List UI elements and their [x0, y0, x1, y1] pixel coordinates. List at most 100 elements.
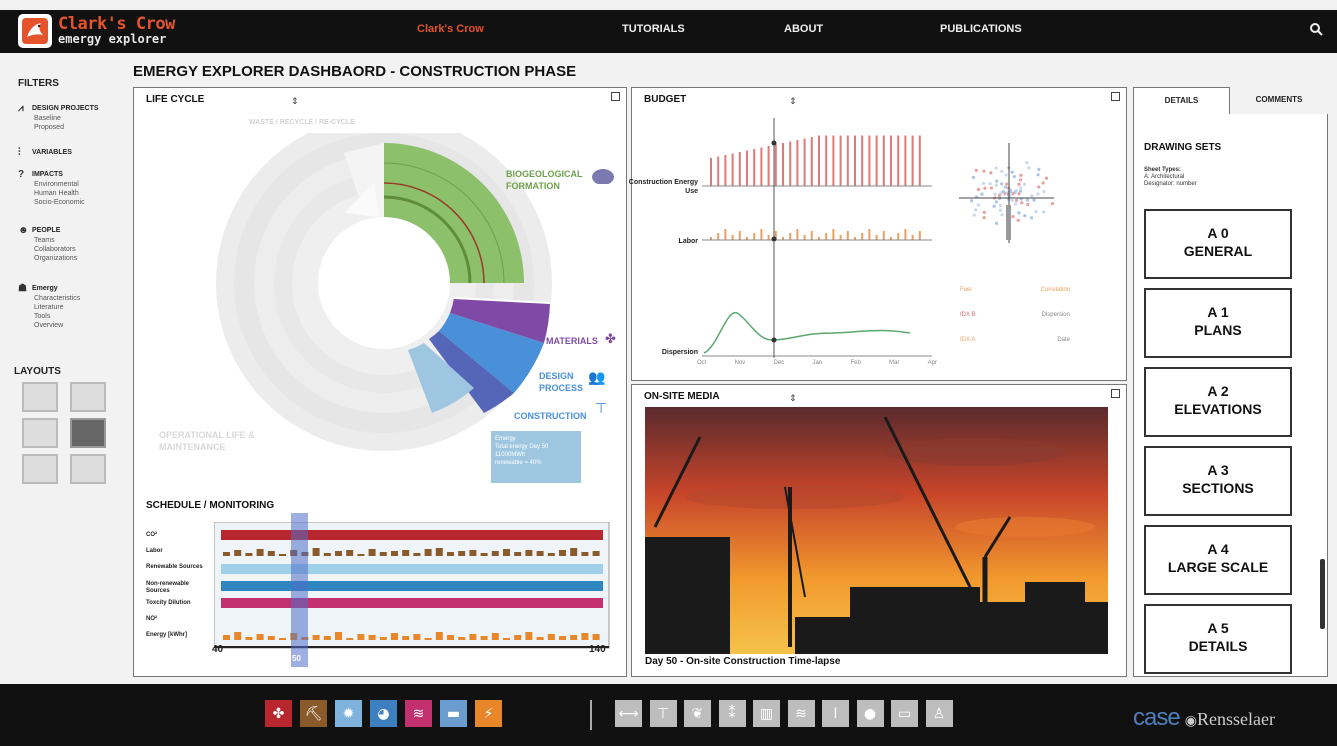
- page-title: EMERGY EXPLORER DASHBAORD - CONSTRUCTION…: [133, 63, 577, 80]
- nav-tutorials[interactable]: TUTORIALS: [622, 23, 685, 35]
- meta-line: A: Architectural: [1144, 174, 1185, 180]
- energy-use-bar: [789, 141, 792, 186]
- nav-home[interactable]: Clark's Crow: [417, 23, 484, 35]
- expand-icon[interactable]: [611, 92, 620, 101]
- nav-publications[interactable]: PUBLICATIONS: [940, 23, 1022, 35]
- filter-item-organizations[interactable]: Organizations: [18, 254, 128, 263]
- phase-label-materials[interactable]: MATERIALS: [546, 336, 598, 346]
- filter-item-collaborators[interactable]: Collaborators: [18, 245, 128, 254]
- schedule-row-label: Energy [kWhr]: [146, 632, 188, 638]
- sun-icon[interactable]: ✹: [335, 700, 362, 727]
- drawing-set-card[interactable]: A 1 PLANS: [1144, 288, 1292, 358]
- drawing-set-card[interactable]: A 4 LARGE SCALE: [1144, 525, 1292, 595]
- phase-label-construction[interactable]: CONSTRUCTION: [514, 411, 587, 421]
- earth-icon[interactable]: ◕: [370, 700, 397, 727]
- life-cycle-sunburst[interactable]: [204, 133, 554, 463]
- scatter-point: [1014, 198, 1019, 203]
- energy-bar: [402, 636, 410, 640]
- month-tick: Dec: [773, 360, 785, 366]
- wheat-icon[interactable]: ⁑: [718, 700, 746, 727]
- search-icon[interactable]: [1309, 22, 1323, 36]
- filter-item-environmental[interactable]: Environmental: [18, 180, 128, 189]
- app-logo[interactable]: Clark's Crow emergy explorer: [18, 14, 176, 50]
- scatter-point: [994, 200, 998, 204]
- filter-item-teams[interactable]: Teams: [18, 236, 128, 245]
- tab-details[interactable]: DETAILS: [1133, 87, 1230, 115]
- energy-bar: [447, 635, 454, 640]
- phase-label-operational[interactable]: OPERATIONAL LIFE & MAINTENANCE: [159, 429, 269, 453]
- scatter-point: [1012, 175, 1016, 179]
- phase-label-biogeological[interactable]: BIOGEOLOGICAL FORMATION: [506, 168, 596, 192]
- scatter-point: [993, 192, 997, 196]
- layout-grid-2x2[interactable]: [22, 454, 58, 484]
- layout-single[interactable]: [22, 382, 58, 412]
- people-icon: ☻: [18, 224, 29, 236]
- drawing-set-card[interactable]: A 3 SECTIONS: [1144, 446, 1292, 516]
- layout-grid-3x2[interactable]: [70, 454, 106, 484]
- scatter-point: [1025, 160, 1029, 165]
- leaf-icon[interactable]: ❦: [684, 700, 711, 727]
- sort-toggle-icon[interactable]: ⇕: [789, 97, 797, 107]
- filter-item-characteristics[interactable]: Characteristics: [18, 294, 128, 303]
- budget-chart[interactable]: [702, 118, 942, 378]
- filter-item-literature[interactable]: Literature: [18, 303, 128, 312]
- crane-icon[interactable]: ⊤: [649, 700, 677, 727]
- scatter-point: [989, 171, 993, 175]
- layout-dashboard[interactable]: [70, 418, 106, 448]
- steel-icon[interactable]: ⟷: [615, 700, 642, 727]
- sort-toggle-icon[interactable]: ⇕: [291, 97, 299, 107]
- drawing-set-card[interactable]: A 5 DETAILS: [1144, 604, 1292, 674]
- schedule-selection-marker[interactable]: [291, 513, 308, 667]
- filter-group-variables[interactable]: ⫶ VARIABLES: [18, 146, 128, 158]
- correlation-scatter[interactable]: [954, 143, 1064, 253]
- schedule-chart[interactable]: [214, 522, 614, 652]
- labor-bar: [312, 548, 320, 556]
- labor-bar: [789, 233, 792, 240]
- tab-comments[interactable]: COMMENTS: [1230, 87, 1328, 115]
- labor-bars: [710, 229, 921, 240]
- truck-icon[interactable]: ▬: [440, 700, 467, 727]
- filter-group-design-projects[interactable]: ⩘ DESIGN PROJECTS Baseline Proposed: [18, 102, 128, 132]
- drawing-set-card[interactable]: A 2 ELEVATIONS: [1144, 367, 1292, 437]
- filter-group-impacts[interactable]: ? IMPACTS Environmental Human Health Soci…: [18, 168, 128, 207]
- person-icon[interactable]: ♙: [925, 700, 953, 727]
- panel-icon[interactable]: ▭: [891, 700, 918, 727]
- filter-group-emergy[interactable]: ☗ Emergy Characteristics Literature Tools…: [18, 282, 128, 330]
- scatter-point: [970, 199, 974, 203]
- filter-item-socio-economic[interactable]: Socio-Economic: [18, 198, 128, 207]
- layout-columns-3[interactable]: [22, 418, 58, 448]
- wind-icon[interactable]: ≋: [405, 700, 432, 727]
- expand-icon[interactable]: [1111, 92, 1120, 101]
- water-drop-icon[interactable]: ●: [856, 700, 884, 727]
- budget-title: BUDGET: [644, 94, 687, 105]
- scatter-point: [1027, 166, 1031, 170]
- question-icon: ?: [18, 168, 25, 180]
- month-tick: Feb: [850, 360, 861, 366]
- filter-item-tools[interactable]: Tools: [18, 312, 128, 321]
- layout-split-2[interactable]: [70, 382, 106, 412]
- wind-lines-icon[interactable]: ≋: [787, 700, 815, 727]
- phase-label-waste[interactable]: WASTE / RECYCLE / RE-CYCLE: [249, 119, 369, 126]
- labor-bar: [810, 231, 813, 240]
- lightning-icon[interactable]: ⚡: [475, 700, 502, 727]
- materials-icon[interactable]: ✤: [265, 700, 292, 727]
- worker-icon[interactable]: ⛏: [300, 700, 327, 727]
- filter-item-proposed[interactable]: Proposed: [18, 123, 128, 132]
- filter-group-people[interactable]: ☻ PEOPLE Teams Collaborators Organization…: [18, 224, 128, 263]
- details-scrollbar[interactable]: [1320, 559, 1325, 629]
- beam-icon[interactable]: Ι: [822, 700, 849, 727]
- scatter-point: [1000, 182, 1004, 186]
- nav-about[interactable]: ABOUT: [784, 23, 823, 35]
- phase-label-design[interactable]: DESIGN PROCESS: [539, 370, 591, 394]
- filter-item-baseline[interactable]: Baseline: [18, 114, 128, 123]
- schedule-row-label: Non-renewable Sources: [146, 581, 190, 594]
- filter-item-overview[interactable]: Overview: [18, 321, 128, 330]
- drawing-set-card[interactable]: A 0 GENERAL: [1144, 209, 1292, 279]
- meta-line: Sheet Types:: [1144, 167, 1181, 173]
- sort-toggle-icon[interactable]: ⇕: [789, 394, 797, 404]
- construction-timelapse-image[interactable]: [645, 407, 1108, 654]
- trash-icon[interactable]: ▥: [753, 700, 780, 727]
- scatter-point: [1041, 181, 1045, 185]
- filter-item-human-health[interactable]: Human Health: [18, 189, 128, 198]
- expand-icon[interactable]: [1111, 389, 1120, 398]
